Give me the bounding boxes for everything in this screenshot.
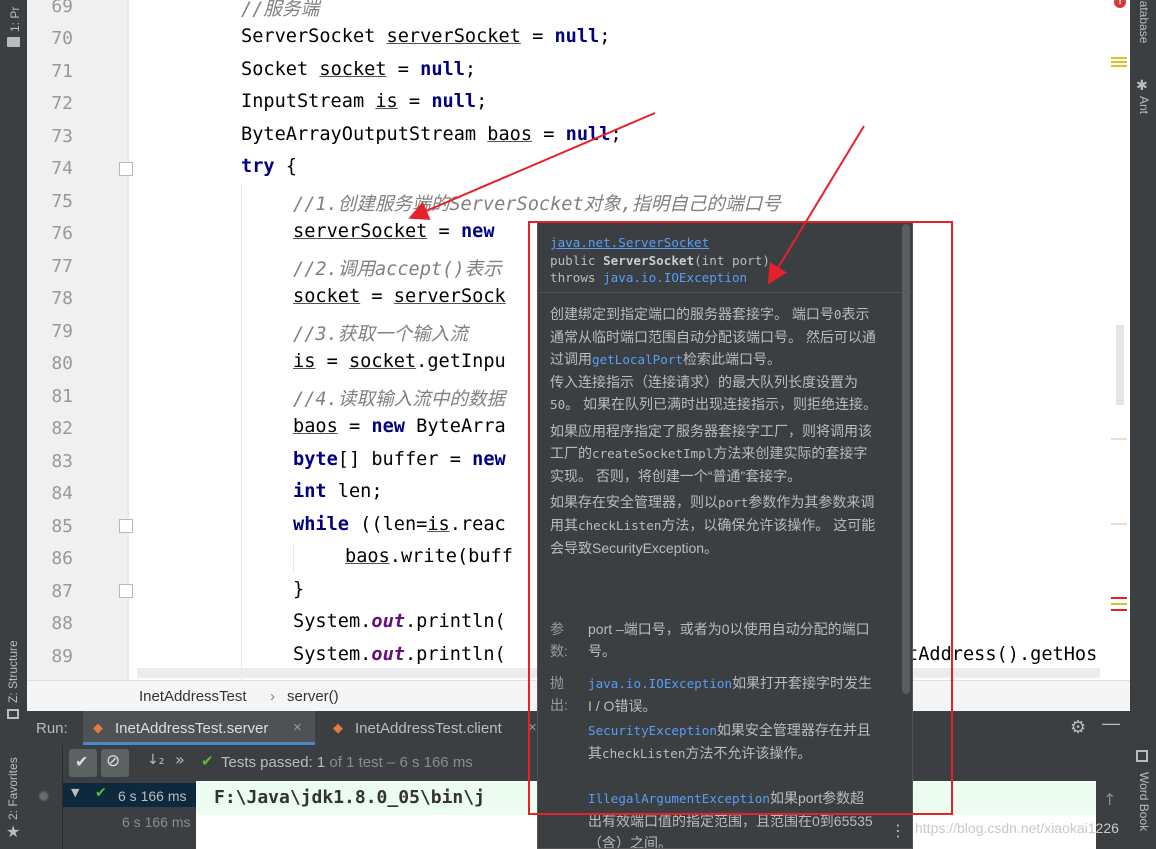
annotation-arrow — [408, 112, 656, 220]
annotation-arrows — [408, 112, 865, 285]
annotation-arrow — [767, 125, 865, 285]
